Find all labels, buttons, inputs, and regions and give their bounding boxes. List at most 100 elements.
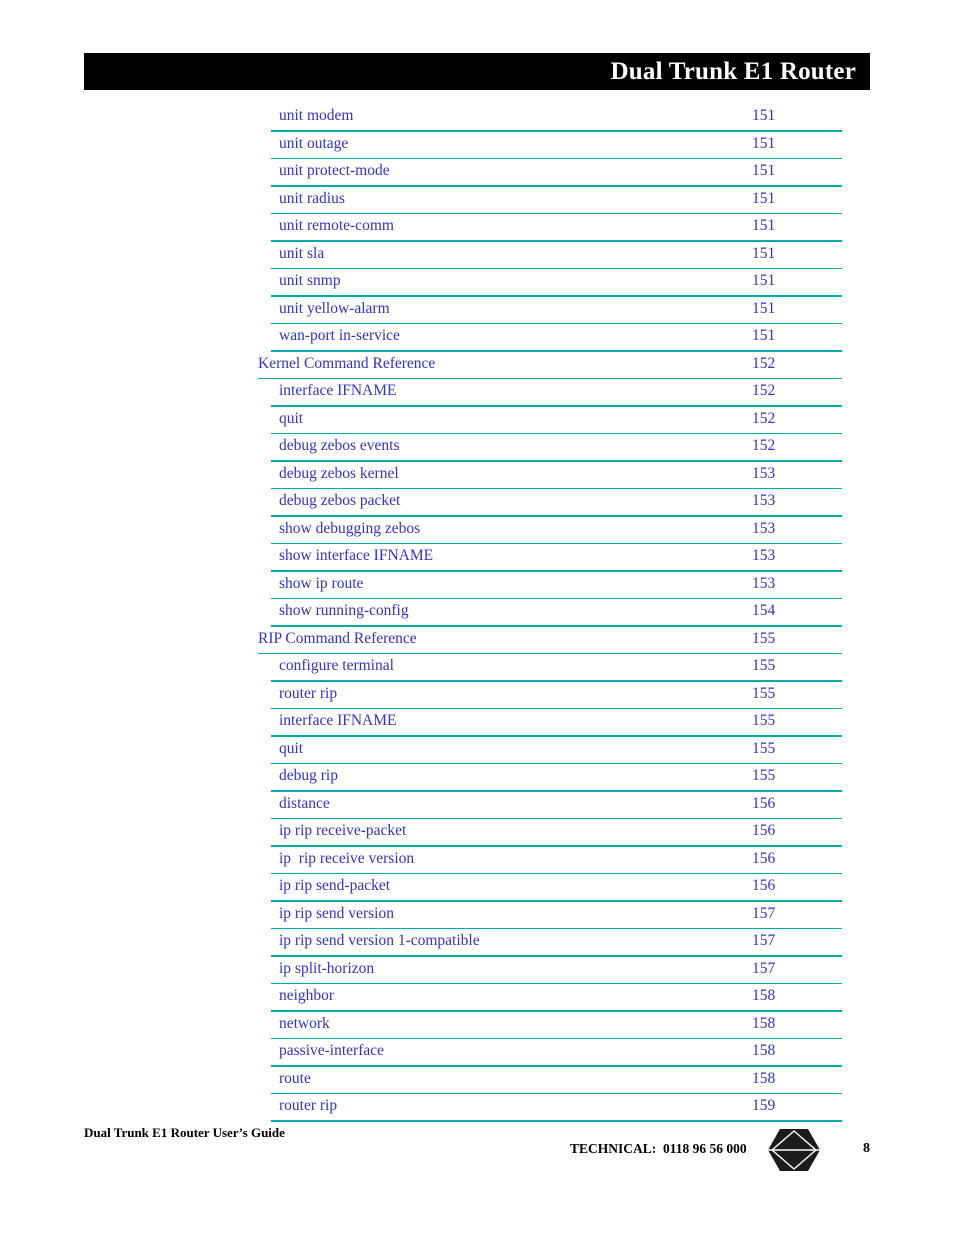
toc-entry-page-number[interactable]: 152 [752,381,775,401]
toc-entry[interactable]: ip split-horizon 157 [0,957,954,984]
toc-entry-label[interactable]: interface IFNAME [279,381,397,401]
toc-entry-page-number[interactable]: 152 [752,436,775,456]
toc-entry-page-number[interactable]: 158 [752,986,775,1006]
toc-entry[interactable]: debug zebos events 152 [0,434,954,462]
toc-entry-page-number[interactable]: 155 [752,684,775,704]
toc-entry-label[interactable]: show ip route [279,574,363,594]
toc-entry-page-number[interactable]: 151 [752,106,775,126]
toc-entry[interactable]: passive-interface 158 [0,1039,954,1067]
toc-entry-page-number[interactable]: 156 [752,849,775,869]
toc-entry[interactable]: ip rip send version 157 [0,902,954,929]
toc-entry[interactable]: neighbor 158 [0,984,954,1012]
toc-entry-label[interactable]: ip split-horizon [279,959,374,979]
toc-entry-label[interactable]: debug zebos packet [279,491,400,511]
toc-entry[interactable]: unit outage 151 [0,132,954,159]
toc-entry[interactable]: show running-config 154 [0,599,954,627]
toc-entry[interactable]: wan-port in-service 151 [0,324,954,352]
toc-entry-page-number[interactable]: 157 [752,931,775,951]
toc-entry-page-number[interactable]: 153 [752,464,775,484]
toc-entry[interactable]: ip rip send-packet 156 [0,874,954,902]
toc-entry[interactable]: ip rip send version 1-compatible 157 [0,929,954,957]
toc-entry-page-number[interactable]: 158 [752,1041,775,1061]
toc-entry-label[interactable]: unit radius [279,189,345,209]
toc-entry-label[interactable]: quit [279,739,303,759]
toc-entry[interactable]: interface IFNAME 155 [0,709,954,737]
toc-entry-page-number[interactable]: 158 [752,1069,775,1089]
toc-entry-page-number[interactable]: 153 [752,546,775,566]
toc-entry[interactable]: show ip route 153 [0,572,954,599]
toc-entry-page-number[interactable]: 156 [752,876,775,896]
toc-entry-page-number[interactable]: 152 [752,354,775,374]
toc-entry-page-number[interactable]: 154 [752,601,775,621]
toc-entry[interactable]: unit protect-mode 151 [0,159,954,187]
toc-entry-label[interactable]: neighbor [279,986,334,1006]
toc-entry[interactable]: unit remote-comm 151 [0,214,954,242]
toc-entry[interactable]: network 158 [0,1012,954,1039]
toc-entry-page-number[interactable]: 151 [752,134,775,154]
toc-entry-label[interactable]: unit protect-mode [279,161,390,181]
toc-entry[interactable]: debug zebos kernel 153 [0,462,954,489]
toc-entry-label[interactable]: route [279,1069,311,1089]
toc-entry-label[interactable]: ip rip receive version [279,849,414,869]
toc-entry-label[interactable]: wan-port in-service [279,326,400,346]
toc-entry-page-number[interactable]: 156 [752,821,775,841]
toc-entry-page-number[interactable]: 151 [752,299,775,319]
toc-entry[interactable]: distance 156 [0,792,954,819]
toc-entry-label[interactable]: passive-interface [279,1041,384,1061]
toc-entry-label[interactable]: Kernel Command Reference [258,354,435,374]
toc-entry-label[interactable]: debug zebos kernel [279,464,399,484]
toc-entry-label[interactable]: unit yellow-alarm [279,299,390,319]
toc-entry-label[interactable]: show interface IFNAME [279,546,433,566]
toc-entry-page-number[interactable]: 155 [752,739,775,759]
toc-entry-page-number[interactable]: 152 [752,409,775,429]
toc-entry[interactable]: ip rip receive-packet 156 [0,819,954,847]
toc-entry-label[interactable]: show debugging zebos [279,519,420,539]
toc-entry-label[interactable]: ip rip receive-packet [279,821,406,841]
toc-entry[interactable]: router rip 159 [0,1094,954,1122]
toc-entry[interactable]: unit modem 151 [0,104,954,132]
toc-entry[interactable]: debug rip 155 [0,764,954,792]
toc-entry-page-number[interactable]: 153 [752,491,775,511]
toc-entry[interactable]: ip rip receive version 156 [0,847,954,874]
toc-entry[interactable]: unit snmp 151 [0,269,954,297]
toc-entry-label[interactable]: quit [279,409,303,429]
toc-entry-label[interactable]: distance [279,794,330,814]
toc-entry-page-number[interactable]: 159 [752,1096,775,1116]
toc-entry-page-number[interactable]: 157 [752,959,775,979]
toc-entry[interactable]: unit sla 151 [0,242,954,269]
toc-entry-label[interactable]: router rip [279,1096,337,1116]
toc-entry[interactable]: quit 152 [0,407,954,434]
toc-entry-label[interactable]: interface IFNAME [279,711,397,731]
toc-entry-page-number[interactable]: 151 [752,161,775,181]
toc-entry-label[interactable]: ip rip send-packet [279,876,390,896]
toc-entry[interactable]: RIP Command Reference 155 [0,627,954,654]
toc-entry[interactable]: show interface IFNAME 153 [0,544,954,572]
toc-entry-label[interactable]: debug rip [279,766,338,786]
toc-entry[interactable]: unit yellow-alarm 151 [0,297,954,324]
toc-entry-page-number[interactable]: 151 [752,326,775,346]
toc-entry-label[interactable]: RIP Command Reference [258,629,417,649]
toc-entry-label[interactable]: unit sla [279,244,324,264]
toc-entry[interactable]: quit 155 [0,737,954,764]
toc-entry-page-number[interactable]: 151 [752,216,775,236]
toc-entry-label[interactable]: unit outage [279,134,348,154]
toc-entry-page-number[interactable]: 153 [752,574,775,594]
toc-entry-page-number[interactable]: 151 [752,244,775,264]
toc-entry-label[interactable]: unit snmp [279,271,341,291]
toc-entry-page-number[interactable]: 155 [752,766,775,786]
toc-entry-label[interactable]: unit remote-comm [279,216,394,236]
toc-entry-page-number[interactable]: 151 [752,271,775,291]
toc-entry-page-number[interactable]: 151 [752,189,775,209]
toc-entry[interactable]: router rip 155 [0,682,954,709]
toc-entry-label[interactable]: unit modem [279,106,353,126]
toc-entry-page-number[interactable]: 153 [752,519,775,539]
toc-entry-label[interactable]: ip rip send version 1-compatible [279,931,480,951]
toc-entry-label[interactable]: configure terminal [279,656,394,676]
toc-entry-label[interactable]: network [279,1014,330,1034]
toc-entry[interactable]: route 158 [0,1067,954,1094]
toc-entry[interactable]: interface IFNAME 152 [0,379,954,407]
toc-entry[interactable]: debug zebos packet 153 [0,489,954,517]
toc-entry-page-number[interactable]: 156 [752,794,775,814]
toc-entry-label[interactable]: show running-config [279,601,409,621]
toc-entry[interactable]: unit radius 151 [0,187,954,214]
